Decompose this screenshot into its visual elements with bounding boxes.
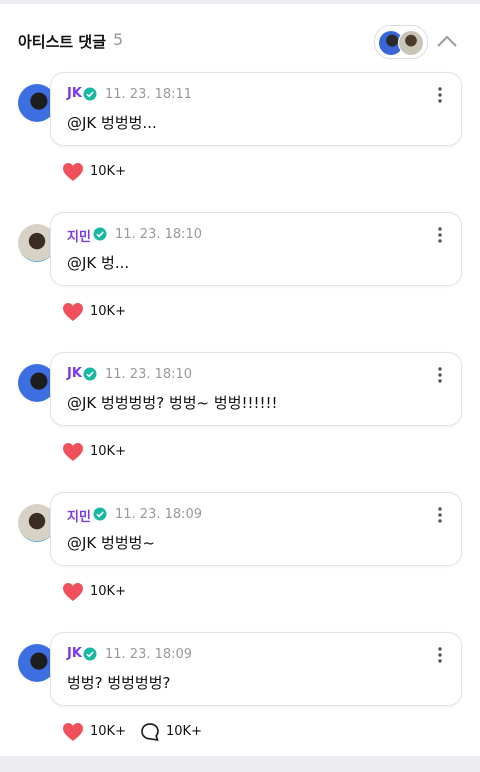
comment-bubble: 지민 11. 23. 18:10 @JK 벙... — [50, 212, 462, 286]
comment-item: JK 11. 23. 18:09 벙벙? 벙벙벙벙? 10K+ 10K+ — [0, 632, 480, 772]
more-options-button[interactable] — [431, 645, 449, 665]
comment-item: 지민 11. 23. 18:10 @JK 벙... 10K+ — [0, 212, 480, 352]
comment-text: @JK 벙벙벙~ — [67, 534, 155, 552]
comment-bubble: JK 11. 23. 18:11 @JK 벙벙벙... — [50, 72, 462, 146]
author-name[interactable]: 지민 — [67, 226, 91, 245]
comment-text: @JK 벙벙벙... — [67, 114, 157, 132]
like-count: 10K+ — [90, 724, 126, 739]
heart-icon — [63, 443, 83, 461]
artist-avatar-group[interactable] — [374, 25, 428, 59]
comment-item: JK 11. 23. 18:11 @JK 벙벙벙... 10K+ — [0, 72, 480, 212]
more-vertical-icon — [438, 647, 442, 663]
more-options-button[interactable] — [431, 505, 449, 525]
more-vertical-icon — [438, 227, 442, 243]
more-vertical-icon — [438, 507, 442, 523]
more-options-button[interactable] — [431, 85, 449, 105]
verified-icon — [93, 507, 107, 521]
like-count: 10K+ — [90, 584, 126, 599]
reply-button[interactable] — [140, 722, 160, 742]
comment-count: 5 — [113, 30, 124, 49]
collapse-button[interactable] — [434, 32, 460, 52]
author-name[interactable]: JK — [67, 86, 82, 101]
comment-text: 벙벙? 벙벙벙벙? — [67, 674, 171, 692]
section-title: 아티스트 댓글 — [18, 33, 107, 51]
avatar — [398, 30, 424, 56]
like-button[interactable] — [62, 162, 84, 182]
like-button[interactable] — [62, 722, 84, 742]
verified-icon — [93, 227, 107, 241]
like-count: 10K+ — [90, 164, 126, 179]
heart-icon — [63, 583, 83, 601]
heart-icon — [63, 303, 83, 321]
author-name[interactable]: JK — [67, 646, 82, 661]
reply-count: 10K+ — [166, 724, 202, 739]
like-count: 10K+ — [90, 304, 126, 319]
more-options-button[interactable] — [431, 225, 449, 245]
comment-bubble: JK 11. 23. 18:10 @JK 벙벙벙벙? 벙벙~ 벙벙!!!!!! — [50, 352, 462, 426]
comment-bubble: JK 11. 23. 18:09 벙벙? 벙벙벙벙? — [50, 632, 462, 706]
verified-icon — [83, 647, 97, 661]
verified-icon — [83, 87, 97, 101]
heart-icon — [63, 723, 83, 741]
timestamp: 11. 23. 18:10 — [115, 227, 203, 242]
comment-bubble: 지민 11. 23. 18:09 @JK 벙벙벙~ — [50, 492, 462, 566]
speech-bubble-icon — [141, 723, 159, 742]
comment-item: JK 11. 23. 18:10 @JK 벙벙벙벙? 벙벙~ 벙벙!!!!!! … — [0, 352, 480, 492]
author-name[interactable]: 지민 — [67, 506, 91, 525]
verified-icon — [83, 367, 97, 381]
artist-comments-panel: 아티스트 댓글 5 JK 11. 23. 18:11 @JK 벙벙벙... 10… — [0, 4, 480, 756]
chevron-up-icon — [437, 35, 457, 47]
more-options-button[interactable] — [431, 365, 449, 385]
comment-text: @JK 벙... — [67, 254, 130, 272]
timestamp: 11. 23. 18:09 — [105, 647, 193, 662]
like-count: 10K+ — [90, 444, 126, 459]
timestamp: 11. 23. 18:11 — [105, 87, 193, 102]
timestamp: 11. 23. 18:10 — [105, 367, 193, 382]
more-vertical-icon — [438, 367, 442, 383]
more-vertical-icon — [438, 87, 442, 103]
like-button[interactable] — [62, 442, 84, 462]
timestamp: 11. 23. 18:09 — [115, 507, 203, 522]
like-button[interactable] — [62, 582, 84, 602]
comment-text: @JK 벙벙벙벙? 벙벙~ 벙벙!!!!!! — [67, 394, 278, 412]
heart-icon — [63, 163, 83, 181]
like-button[interactable] — [62, 302, 84, 322]
comments-header: 아티스트 댓글 5 — [0, 4, 480, 78]
author-name[interactable]: JK — [67, 366, 82, 381]
comment-item: 지민 11. 23. 18:09 @JK 벙벙벙~ 10K+ — [0, 492, 480, 632]
